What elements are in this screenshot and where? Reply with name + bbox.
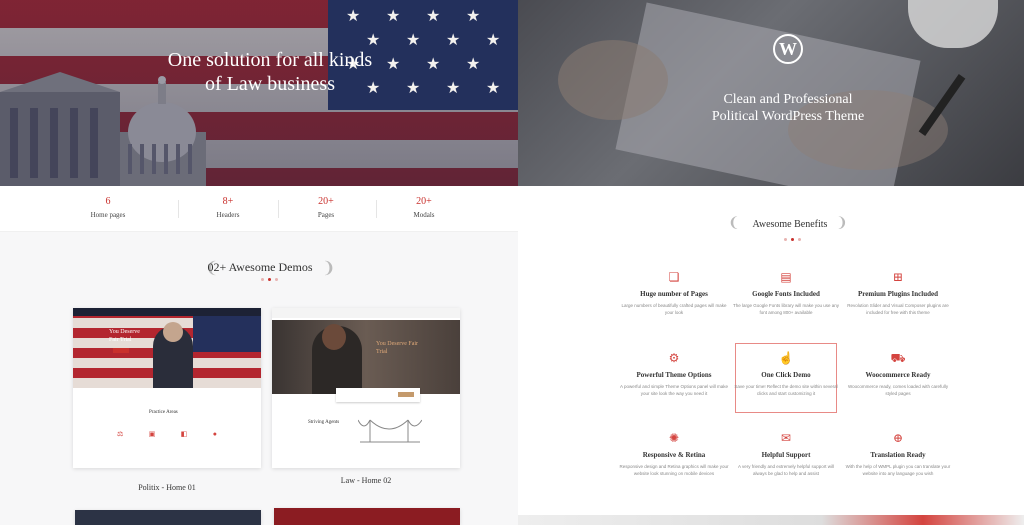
benefit-title: Helpful Support bbox=[761, 451, 811, 459]
support-icon: ✉ bbox=[780, 431, 792, 445]
dot bbox=[268, 278, 271, 281]
plugin-icon: ⊞ bbox=[892, 270, 904, 284]
benefit-desc: A powerful and simple Theme Options pane… bbox=[620, 384, 728, 396]
stat-label: Modals bbox=[413, 211, 435, 219]
benefit-responsive-retina: ✺ Responsive & Retina Responsive design … bbox=[619, 429, 729, 477]
benefit-desc: With the help of WMPL plugin you can tra… bbox=[845, 464, 951, 476]
hero-left-title: One solution for all kinds of Law busine… bbox=[120, 48, 420, 96]
benefits-title: Awesome Benefits bbox=[752, 219, 828, 230]
benefit-one-click-demo[interactable]: ☝ One Click Demo Save your time! Reflect… bbox=[731, 349, 841, 397]
bridge-sketch-image bbox=[358, 419, 422, 443]
demo-thumb-nav bbox=[272, 308, 460, 318]
demo-thumb-face bbox=[163, 322, 183, 342]
benefit-title: Huge number of Pages bbox=[640, 290, 708, 298]
demo-thumb-hero bbox=[272, 320, 460, 394]
benefit-title: Google Fonts Included bbox=[752, 290, 820, 298]
demo-thumb-headline: You Deserve Fair Trial bbox=[109, 329, 140, 343]
benefit-desc: Responsive design and Retina graphics wi… bbox=[619, 464, 729, 476]
gavel-icon: ◧ bbox=[180, 430, 188, 438]
laurel-right-icon: ❩ bbox=[836, 216, 848, 231]
bottom-strip-image bbox=[518, 515, 1024, 525]
hero-right-title-line1: Clean and Professional bbox=[723, 92, 853, 107]
stat-pages: 20+ Pages bbox=[276, 196, 376, 220]
title-dots bbox=[784, 238, 801, 241]
hero-left-banner: ★ ★ ★ ★ ★ ★ ★ ★ ★ ★ ★ ★ ★ ★ ★ ★ One solution for all… bbox=[0, 0, 518, 186]
demo-thumb-nav bbox=[73, 308, 261, 316]
layers-icon: ❏ bbox=[668, 270, 680, 284]
demo-thumb-icons: ⚖ ▣ ◧ ● bbox=[117, 430, 217, 450]
stat-label: Home pages bbox=[90, 211, 126, 219]
coffee-cup-image bbox=[908, 0, 998, 48]
stat-number: 6 bbox=[105, 196, 111, 207]
benefit-google-fonts: ▤ Google Fonts Included The large Google… bbox=[731, 268, 841, 316]
scale-icon: ⚖ bbox=[117, 430, 124, 438]
user-icon: ● bbox=[212, 430, 217, 438]
demo-thumb-button bbox=[113, 348, 129, 353]
demo-card-home-02[interactable]: You Deserve Fair Trial Striving Agents bbox=[272, 308, 460, 468]
benefit-desc: Save your time! Reflect the demo site wi… bbox=[734, 384, 838, 396]
benefit-desc: The large Google Fonts library will make… bbox=[732, 303, 840, 315]
stat-number: 20+ bbox=[416, 196, 432, 207]
benefit-desc: Large numbers of beautifully crafted pag… bbox=[621, 303, 727, 315]
demo-thumb-body bbox=[73, 388, 261, 468]
title-dots bbox=[261, 278, 278, 281]
stat-number: 20+ bbox=[318, 196, 334, 207]
demo-card-home-04[interactable] bbox=[274, 508, 460, 525]
benefit-title: Powerful Theme Options bbox=[636, 371, 712, 379]
dot bbox=[784, 238, 787, 241]
benefit-desc: A very friendly and extremely helpful su… bbox=[737, 464, 835, 476]
stat-number: 8+ bbox=[222, 196, 234, 207]
stat-home-pages: 6 Home pages bbox=[58, 196, 158, 220]
benefit-woocommerce: ⛟ Woocommerce Ready Woocommerce ready, c… bbox=[843, 349, 953, 397]
benefit-helpful-support: ✉ Helpful Support A very friendly and ex… bbox=[731, 429, 841, 477]
hero-right-title: Clean and Professional Political WordPre… bbox=[668, 91, 908, 125]
benefit-title: Translation Ready bbox=[870, 451, 926, 459]
globe-icon: ⊕ bbox=[892, 431, 904, 445]
stat-label: Headers bbox=[216, 211, 240, 219]
gear-icon: ⚙ bbox=[668, 351, 680, 365]
building-image bbox=[0, 72, 120, 186]
demo-thumb-section-title: Striving Agents bbox=[308, 420, 340, 425]
stat-label: Pages bbox=[317, 211, 335, 219]
benefit-theme-options: ⚙ Powerful Theme Options A powerful and … bbox=[619, 349, 729, 397]
stat-headers: 8+ Headers bbox=[178, 196, 278, 220]
hand-image bbox=[558, 40, 668, 120]
demo-thumb-headline: You Deserve Fair Trial bbox=[376, 341, 419, 355]
hero-left-title-line1: One solution for all kinds bbox=[167, 49, 373, 71]
demo-thumb-button bbox=[398, 392, 414, 397]
demos-title: 02+ Awesome Demos bbox=[207, 260, 313, 274]
demo-card-home-01[interactable]: You Deserve Fair Trial Practice Areas ⚖ ▣… bbox=[73, 308, 261, 468]
click-icon: ☝ bbox=[778, 351, 794, 365]
hero-right-banner: W Clean and Professional Political WordP… bbox=[518, 0, 1024, 186]
demo-thumb-face bbox=[322, 324, 346, 350]
stat-modals: 20+ Modals bbox=[374, 196, 474, 220]
retina-icon: ✺ bbox=[668, 431, 680, 445]
benefit-desc: Revolution Slider and Visual Composer pl… bbox=[847, 303, 949, 315]
book-icon: ▣ bbox=[148, 430, 156, 438]
benefit-desc: Woocommerce ready, comes loaded with car… bbox=[847, 384, 949, 396]
benefit-title: Premium Plugins Included bbox=[858, 290, 938, 298]
benefit-huge-pages: ❏ Huge number of Pages Large numbers of … bbox=[619, 268, 729, 316]
demo-caption-home-01[interactable]: Politix - Home 01 bbox=[100, 483, 234, 492]
dot bbox=[791, 238, 794, 241]
hero-right-title-line2: Political WordPress Theme bbox=[711, 109, 865, 124]
dot bbox=[261, 278, 264, 281]
benefit-premium-plugins: ⊞ Premium Plugins Included Revolution Sl… bbox=[843, 268, 953, 316]
stats-bar: 6 Home pages 8+ Headers 20+ Pages 20+ Mo… bbox=[0, 186, 518, 232]
benefit-title: One Click Demo bbox=[761, 371, 811, 379]
hero-left-title-line2: of Law business bbox=[205, 73, 335, 95]
landing-page: ★ ★ ★ ★ ★ ★ ★ ★ ★ ★ ★ ★ ★ ★ ★ ★ One solution for all… bbox=[0, 0, 1024, 525]
benefit-translation-ready: ⊕ Translation Ready With the help of WMP… bbox=[843, 429, 953, 477]
demo-caption-home-02[interactable]: Law - Home 02 bbox=[299, 476, 433, 485]
laurel-right-icon: ❩ bbox=[322, 260, 336, 277]
benefit-title: Woocommerce Ready bbox=[865, 371, 931, 379]
font-icon: ▤ bbox=[780, 270, 792, 284]
benefit-title: Responsive & Retina bbox=[642, 451, 706, 459]
demo-card-home-03[interactable] bbox=[75, 510, 261, 525]
dot bbox=[798, 238, 801, 241]
cart-icon: ⛟ bbox=[890, 351, 906, 365]
wordpress-logo-icon: W bbox=[773, 34, 803, 64]
demo-thumb-section-title: Practice Areas bbox=[149, 410, 178, 415]
dot bbox=[275, 278, 278, 281]
